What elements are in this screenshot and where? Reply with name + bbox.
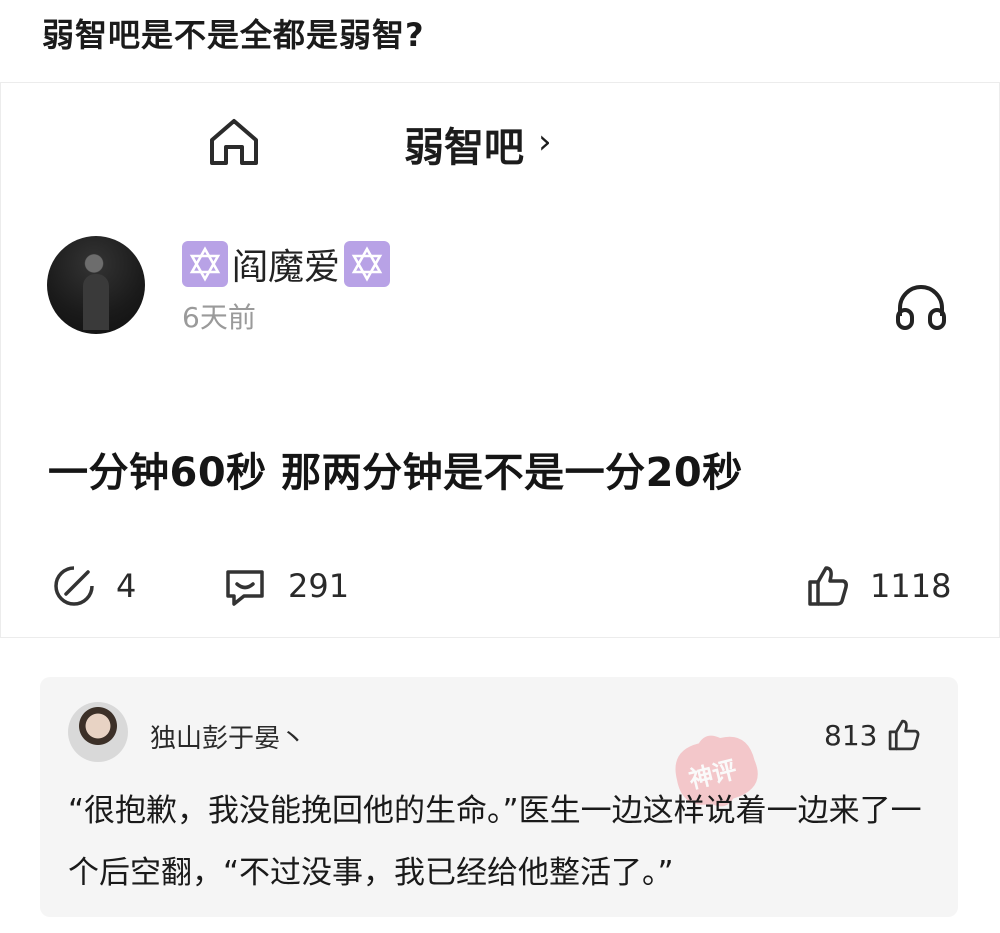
star-of-david-icon — [182, 241, 228, 287]
author-name[interactable]: 阎魔爱 — [182, 240, 391, 288]
forum-name: 弱智吧 — [404, 125, 524, 171]
comment-icon — [226, 570, 264, 606]
chevron-right-icon: › — [538, 122, 552, 162]
home-icon[interactable] — [206, 116, 262, 168]
like-count: 1118 — [870, 567, 952, 605]
commenter-name[interactable]: 独山彭于晏丶 — [150, 718, 306, 755]
comment-count: 291 — [288, 567, 350, 605]
forum-title-link[interactable]: 弱智吧 › — [404, 116, 552, 172]
share-icon — [54, 566, 94, 606]
like-button[interactable]: 1118 — [806, 560, 951, 612]
comment-button[interactable]: 291 — [222, 560, 349, 612]
thumbs-up-icon — [889, 719, 920, 751]
comment-text: “很抱歉，我没能挽回他的生命。”医生一边这样说着一边来了一个后空翻，“不过没事，… — [68, 793, 922, 891]
author-name-text: 阎魔爱 — [232, 247, 341, 288]
share-button[interactable]: 4 — [52, 560, 136, 612]
comment-like-count: 813 — [824, 718, 878, 752]
commenter-avatar[interactable] — [68, 702, 128, 762]
headphone-icon[interactable] — [892, 282, 950, 332]
comment-like-button[interactable]: 813 — [824, 718, 921, 752]
post-timestamp: 6天前 — [182, 301, 256, 334]
author-avatar[interactable] — [47, 236, 145, 334]
star-of-david-icon — [344, 241, 391, 287]
post-content: 一分钟60秒 那两分钟是不是一分20秒 — [48, 450, 743, 496]
thumbs-up-icon — [808, 566, 848, 606]
page-title: 弱智吧是不是全都是弱智? — [42, 16, 425, 54]
share-count: 4 — [116, 567, 137, 605]
